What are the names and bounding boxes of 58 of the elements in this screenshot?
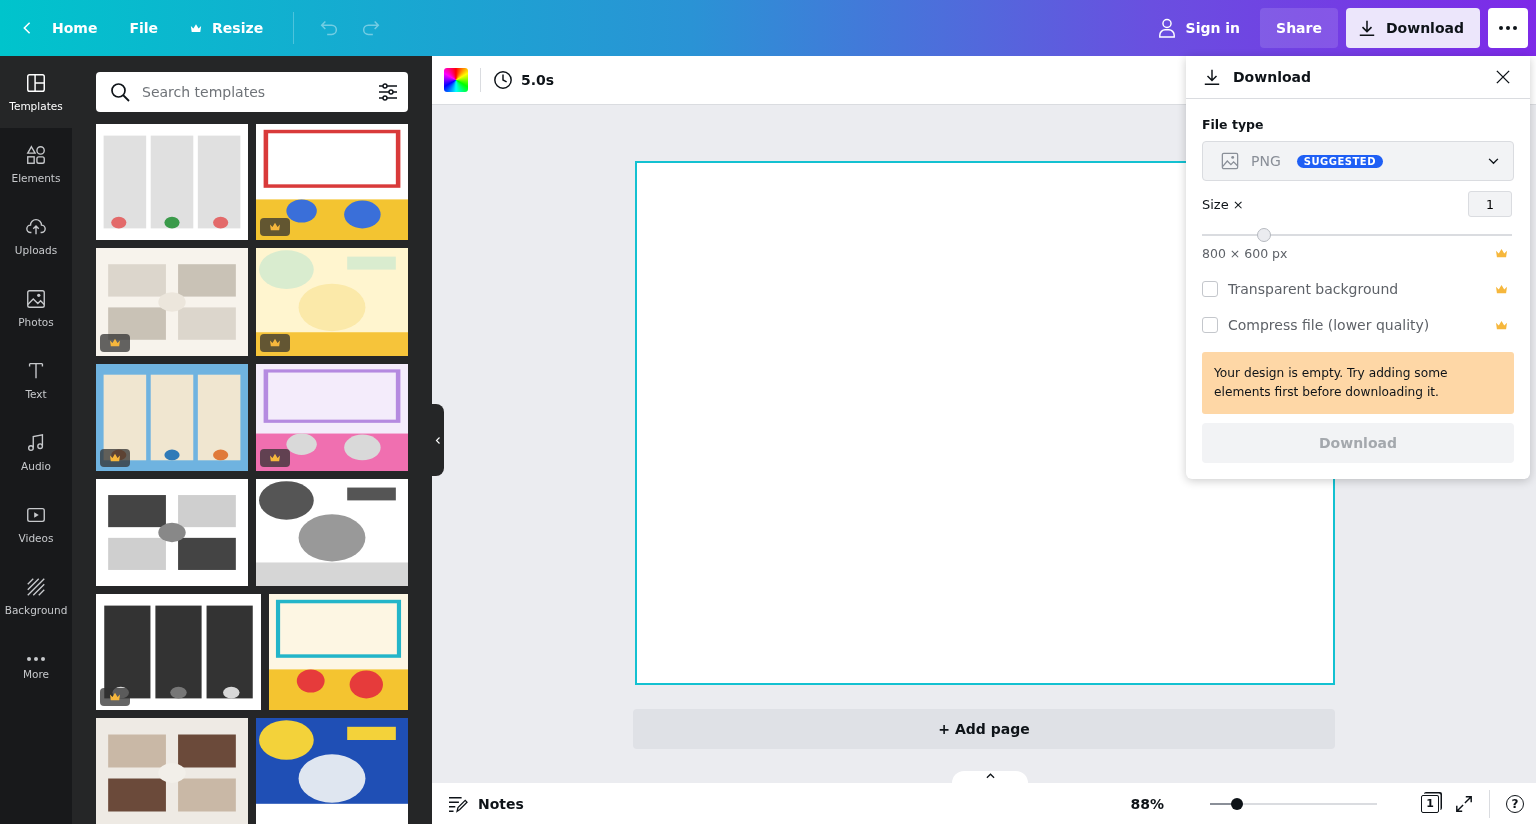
crown-icon [1495,283,1508,295]
sidebar-item[interactable]: Text [0,344,72,416]
duration-button[interactable]: 5.0s [493,70,555,90]
more-icon [25,656,47,662]
checkbox[interactable] [1202,281,1218,297]
panel-title: Download [1233,69,1313,85]
suggested-badge: SUGGESTED [1296,154,1383,168]
download-icon [1203,68,1221,86]
person-icon [1157,18,1176,38]
notes-button[interactable]: Notes [448,794,524,813]
crown-icon [1495,319,1508,331]
background-icon [25,576,47,598]
size-input[interactable]: 1 [1468,191,1512,217]
crown-icon [1495,248,1508,259]
download-icon [1357,19,1376,37]
sign-in-button[interactable]: Sign in [1145,10,1253,46]
sidebar-item[interactable]: Background [0,560,72,632]
templates-icon [25,72,47,94]
search-icon [110,82,130,102]
filter-icon[interactable] [378,83,398,101]
file-type-label: File type [1202,117,1265,132]
sidebar-item[interactable]: Templates [0,56,72,128]
page-count-button[interactable]: 1 [1421,794,1439,813]
dimensions-text: 800 × 600 px [1202,246,1289,261]
option-label: Compress file (lower quality) [1228,317,1430,333]
sidebar-item[interactable]: More [0,632,72,704]
clock-icon [493,70,513,90]
file-type-value: PNG [1251,153,1281,169]
sidebar-item[interactable]: Elements [0,128,72,200]
more-icon [1498,26,1518,30]
chevron-down-icon [1488,157,1499,165]
size-label: Size × [1202,196,1244,212]
sidebar-item[interactable]: Audio [0,416,72,488]
add-page-button[interactable]: + Add page [633,709,1335,749]
chevron-up-icon [985,773,995,779]
option-label: Transparent background [1228,281,1399,297]
notes-icon [448,794,468,813]
sidebar-item[interactable]: Uploads [0,200,72,272]
fullscreen-icon[interactable] [1455,794,1473,813]
slider-thumb[interactable] [1230,797,1243,810]
search-field[interactable]: Search templates [96,72,408,112]
more-options-button[interactable] [1488,8,1528,48]
collapse-panel-handle[interactable] [432,404,444,476]
checkbox[interactable] [1202,317,1218,333]
elements-icon [25,144,47,166]
sidebar-item[interactable]: Videos [0,488,72,560]
image-icon [1221,152,1239,170]
color-swatch[interactable] [444,68,468,92]
slider-thumb[interactable] [1257,228,1271,242]
file-type-dropdown[interactable]: PNG SUGGESTED [1202,141,1514,181]
share-button[interactable]: Share [1260,8,1338,48]
download-button[interactable]: Download [1345,8,1480,48]
crown-icon [190,22,203,34]
warning-message: Your design is empty. Try adding some elements first before downloading it. [1202,352,1514,414]
photos-icon [25,288,47,310]
close-icon[interactable] [1496,70,1510,84]
zoom-level[interactable]: 88% [1130,795,1164,812]
sidebar-item[interactable]: Photos [0,272,72,344]
